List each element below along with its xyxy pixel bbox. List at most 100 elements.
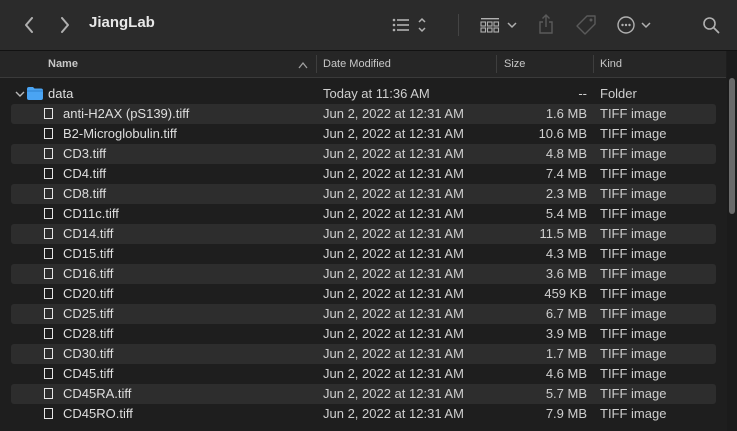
toolbar-separator <box>458 14 459 36</box>
file-name: CD28.tiff <box>63 326 114 341</box>
file-size: 3.6 MB <box>545 266 587 281</box>
document-icon <box>44 408 53 419</box>
column-name[interactable]: Name <box>48 51 310 77</box>
file-size: 7.4 MB <box>545 166 587 181</box>
file-row[interactable]: anti-H2AX (pS139).tiff Jun 2, 2022 at 12:… <box>11 104 716 124</box>
file-name: CD45.tiff <box>63 366 114 381</box>
file-size: 11.5 MB <box>539 226 587 241</box>
folder-row[interactable]: data Today at 11:36 AM -- Folder <box>0 84 716 104</box>
document-icon <box>44 148 53 159</box>
scrollbar-thumb[interactable] <box>729 78 735 214</box>
file-row[interactable]: CD45RO.tiff Jun 2, 2022 at 12:31 AM 7.9 MB… <box>0 404 716 424</box>
file-date: Jun 2, 2022 at 12:31 AM <box>323 406 464 421</box>
column-date-modified[interactable]: Date Modified <box>323 51 493 77</box>
folder-name: data <box>48 86 74 101</box>
column-divider[interactable] <box>496 55 497 73</box>
file-name: CD4.tiff <box>63 166 107 181</box>
file-name: CD20.tiff <box>63 286 114 301</box>
file-kind: TIFF image <box>600 286 667 301</box>
file-size: 1.6 MB <box>545 106 587 121</box>
share-button[interactable] <box>535 12 557 36</box>
file-name: CD16.tiff <box>63 266 114 281</box>
group-button[interactable] <box>480 14 520 36</box>
file-row[interactable]: CD45RA.tiff Jun 2, 2022 at 12:31 AM 5.7 MB… <box>11 384 716 404</box>
tag-icon <box>576 15 596 35</box>
file-date: Jun 2, 2022 at 12:31 AM <box>323 186 464 201</box>
document-icon <box>44 268 53 279</box>
column-divider[interactable] <box>593 55 594 73</box>
file-kind: TIFF image <box>600 306 667 321</box>
file-size: 3.9 MB <box>545 326 587 341</box>
file-date: Jun 2, 2022 at 12:31 AM <box>323 386 464 401</box>
file-name: CD45RA.tiff <box>63 386 132 401</box>
file-kind: TIFF image <box>600 206 667 221</box>
file-date: Jun 2, 2022 at 12:31 AM <box>323 346 464 361</box>
file-size: 1.7 MB <box>545 346 587 361</box>
document-icon <box>44 388 53 399</box>
file-name: CD3.tiff <box>63 146 107 161</box>
file-kind: TIFF image <box>600 126 667 141</box>
ellipsis-circle-icon <box>617 16 651 34</box>
file-row[interactable]: CD45.tiff Jun 2, 2022 at 12:31 AM 4.6 MB TI… <box>0 364 716 384</box>
file-kind: TIFF image <box>600 346 667 361</box>
column-name-label: Name <box>48 58 78 70</box>
search-button[interactable] <box>700 14 722 36</box>
document-icon <box>44 248 53 259</box>
file-date: Jun 2, 2022 at 12:31 AM <box>323 106 464 121</box>
file-row[interactable]: CD30.tiff Jun 2, 2022 at 12:31 AM 1.7 MB TI… <box>11 344 716 364</box>
file-date: Jun 2, 2022 at 12:31 AM <box>323 146 464 161</box>
column-divider[interactable] <box>316 55 317 73</box>
folder-size: -- <box>578 86 587 101</box>
file-row[interactable]: CD16.tiff Jun 2, 2022 at 12:31 AM 3.6 MB TI… <box>11 264 716 284</box>
file-row[interactable]: CD4.tiff Jun 2, 2022 at 12:31 AM 7.4 MB TIF… <box>0 164 716 184</box>
file-row[interactable]: CD15.tiff Jun 2, 2022 at 12:31 AM 4.3 MB TI… <box>0 244 716 264</box>
document-icon <box>44 368 53 379</box>
file-date: Jun 2, 2022 at 12:31 AM <box>323 266 464 281</box>
file-size: 7.9 MB <box>545 406 587 421</box>
document-icon <box>44 348 53 359</box>
document-icon <box>44 228 53 239</box>
window-title: JiangLab <box>89 14 155 31</box>
file-size: 2.3 MB <box>545 186 587 201</box>
file-row[interactable]: CD14.tiff Jun 2, 2022 at 12:31 AM 11.5 MB T… <box>11 224 716 244</box>
grid-group-icon <box>480 18 517 33</box>
view-options-button[interactable] <box>390 14 430 36</box>
tag-button[interactable] <box>574 13 598 37</box>
document-icon <box>44 308 53 319</box>
file-row[interactable]: CD28.tiff Jun 2, 2022 at 12:31 AM 3.9 MB TI… <box>0 324 716 344</box>
column-size[interactable]: Size <box>504 51 592 77</box>
column-kind[interactable]: Kind <box>600 51 720 77</box>
file-row[interactable]: CD20.tiff Jun 2, 2022 at 12:31 AM 459 KB TI… <box>0 284 716 304</box>
disclosure-expanded-icon[interactable] <box>15 89 25 99</box>
more-actions-button[interactable] <box>615 14 655 36</box>
file-name: B2-Microglobulin.tiff <box>63 126 177 141</box>
file-name: anti-H2AX (pS139).tiff <box>63 106 190 121</box>
file-row[interactable]: CD11c.tiff Jun 2, 2022 at 12:31 AM 5.4 MB T… <box>0 204 716 224</box>
document-icon <box>44 208 53 219</box>
file-size: 6.7 MB <box>545 306 587 321</box>
file-size: 4.8 MB <box>545 146 587 161</box>
folder-kind: Folder <box>600 86 637 101</box>
file-name: CD45RO.tiff <box>63 406 133 421</box>
file-kind: TIFF image <box>600 406 667 421</box>
file-kind: TIFF image <box>600 226 667 241</box>
document-icon <box>44 108 53 119</box>
file-date: Jun 2, 2022 at 12:31 AM <box>323 226 464 241</box>
document-icon <box>44 168 53 179</box>
back-button[interactable] <box>18 14 40 36</box>
file-kind: TIFF image <box>600 146 667 161</box>
file-row[interactable]: CD3.tiff Jun 2, 2022 at 12:31 AM 4.8 MB TIF… <box>11 144 716 164</box>
file-size: 4.6 MB <box>545 366 587 381</box>
file-row[interactable]: CD8.tiff Jun 2, 2022 at 12:31 AM 2.3 MB TIF… <box>11 184 716 204</box>
file-row[interactable]: CD25.tiff Jun 2, 2022 at 12:31 AM 6.7 MB TI… <box>11 304 716 324</box>
file-row[interactable]: B2-Microglobulin.tiff Jun 2, 2022 at 12:3… <box>0 124 716 144</box>
file-name: CD8.tiff <box>63 186 107 201</box>
file-date: Jun 2, 2022 at 12:31 AM <box>323 126 464 141</box>
list-view-icon <box>392 17 426 33</box>
folder-icon <box>27 87 43 100</box>
file-date: Jun 2, 2022 at 12:31 AM <box>323 306 464 321</box>
file-kind: TIFF image <box>600 386 667 401</box>
forward-button[interactable] <box>54 14 76 36</box>
file-kind: TIFF image <box>600 266 667 281</box>
file-size: 4.3 MB <box>545 246 587 261</box>
